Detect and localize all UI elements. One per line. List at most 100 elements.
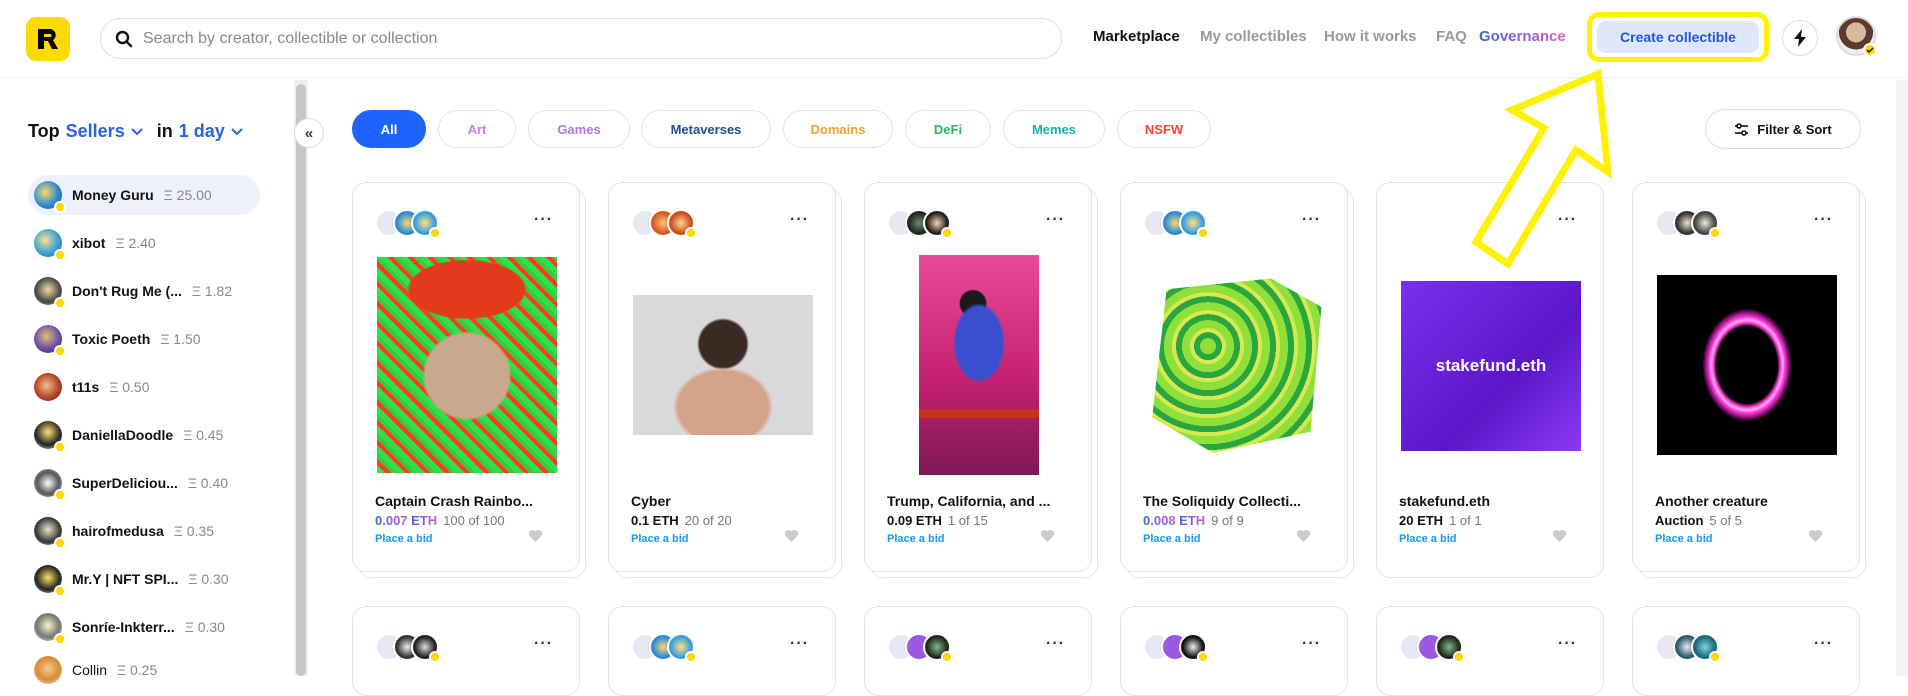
place-bid-link[interactable]: Place a bid xyxy=(1399,533,1456,545)
card-artwork-image[interactable] xyxy=(1657,275,1837,455)
place-bid-link[interactable]: Place a bid xyxy=(887,533,944,545)
filter-chip-domains[interactable]: Domains xyxy=(783,110,893,148)
collectible-card[interactable]: ··· Trump, California, and ... 0.09 ETH 1… xyxy=(864,182,1098,582)
collectible-card[interactable]: ··· Captain Crash Rainbo... 0.007 ETH 100… xyxy=(352,182,586,582)
card-artwork-image[interactable] xyxy=(919,255,1039,475)
more-options-icon[interactable]: ··· xyxy=(534,211,553,229)
heart-icon[interactable] xyxy=(1552,529,1567,543)
filter-chip-defi[interactable]: DeFi xyxy=(905,110,991,148)
nav-marketplace[interactable]: Marketplace xyxy=(1093,28,1180,45)
more-options-icon[interactable]: ··· xyxy=(1558,635,1577,653)
filter-sort-button[interactable]: Filter & Sort xyxy=(1705,109,1861,149)
more-options-icon[interactable]: ··· xyxy=(790,211,809,229)
heart-icon[interactable] xyxy=(784,529,799,543)
owner-avatar[interactable] xyxy=(411,209,441,239)
page-scrollbar[interactable] xyxy=(1896,80,1908,676)
card-artwork-image[interactable] xyxy=(377,257,557,473)
period-dropdown[interactable]: 1 day xyxy=(179,121,243,142)
more-options-icon[interactable]: ··· xyxy=(534,635,553,653)
owner-avatar[interactable] xyxy=(411,633,441,663)
collectible-card[interactable]: ··· xyxy=(1632,606,1864,696)
card-artwork-image[interactable] xyxy=(1152,278,1322,453)
seller-item[interactable]: hairofmedusa Ξ 0.35 xyxy=(28,511,260,551)
card-artwork-image[interactable] xyxy=(633,295,813,435)
owner-avatar[interactable] xyxy=(1179,633,1209,663)
seller-item[interactable]: t11s Ξ 0.50 xyxy=(28,367,260,407)
heart-icon[interactable] xyxy=(528,529,543,543)
more-options-icon[interactable]: ··· xyxy=(1558,211,1577,229)
collectible-card[interactable]: ··· xyxy=(1376,606,1608,696)
card-body[interactable]: ··· stakefund.eth stakefund.eth 20 ETH 1 … xyxy=(1376,182,1604,578)
filter-chip-nsfw[interactable]: NSFW xyxy=(1117,110,1211,148)
nav-governance[interactable]: Governance xyxy=(1479,28,1566,45)
collectible-card[interactable]: ··· Another creature Auction 5 of 5 Place… xyxy=(1632,182,1866,582)
place-bid-link[interactable]: Place a bid xyxy=(1655,533,1712,545)
user-avatar[interactable] xyxy=(1836,16,1877,57)
card-body[interactable]: ··· xyxy=(1632,606,1860,696)
nav-faq[interactable]: FAQ xyxy=(1436,28,1467,45)
card-body[interactable]: ··· xyxy=(864,606,1092,696)
more-options-icon[interactable]: ··· xyxy=(1046,211,1065,229)
filter-chip-games[interactable]: Games xyxy=(528,110,630,148)
search-bar[interactable] xyxy=(100,18,1062,59)
seller-item[interactable]: Toxic Poeth Ξ 1.50 xyxy=(28,319,260,359)
seller-item[interactable]: DaniellaDoodle Ξ 0.45 xyxy=(28,415,260,455)
card-body[interactable]: ··· Cyber 0.1 ETH 20 of 20 Place a bid xyxy=(608,182,836,572)
filter-chip-all[interactable]: All xyxy=(352,110,426,148)
card-body[interactable]: ··· Captain Crash Rainbo... 0.007 ETH 100… xyxy=(352,182,580,572)
activity-button[interactable] xyxy=(1782,20,1818,56)
owner-avatar[interactable] xyxy=(1179,209,1209,239)
card-body[interactable]: ··· Trump, California, and ... 0.09 ETH 1… xyxy=(864,182,1092,572)
seller-item[interactable]: xibot Ξ 2.40 xyxy=(28,223,260,263)
seller-item[interactable]: Don't Rug Me (... Ξ 1.82 xyxy=(28,271,260,311)
owner-avatar[interactable] xyxy=(923,209,953,239)
seller-item[interactable]: Mr.Y | NFT SPI... Ξ 0.30 xyxy=(28,559,260,599)
collectible-card[interactable]: ··· Cyber 0.1 ETH 20 of 20 Place a bid xyxy=(608,182,842,582)
collapse-sidebar-button[interactable]: « xyxy=(294,118,324,148)
card-artwork-image[interactable]: stakefund.eth xyxy=(1401,281,1581,451)
seller-item[interactable]: Sonríe-Inkterr... Ξ 0.30 xyxy=(28,607,260,647)
more-options-icon[interactable]: ··· xyxy=(1302,211,1321,229)
nav-how-it-works[interactable]: How it works xyxy=(1324,28,1417,45)
more-options-icon[interactable]: ··· xyxy=(790,635,809,653)
collectible-card[interactable]: ··· The Soliquidy Collecti... 0.008 ETH 9… xyxy=(1120,182,1354,582)
sidebar-scrollbar-thumb[interactable] xyxy=(296,84,306,676)
search-input[interactable] xyxy=(143,29,1023,48)
filter-chip-metaverses[interactable]: Metaverses xyxy=(641,110,771,148)
more-options-icon[interactable]: ··· xyxy=(1302,635,1321,653)
owner-avatar[interactable] xyxy=(667,633,697,663)
owner-avatar[interactable] xyxy=(667,209,697,239)
more-options-icon[interactable]: ··· xyxy=(1046,635,1065,653)
seller-item[interactable]: SuperDeliciou... Ξ 0.40 xyxy=(28,463,260,503)
place-bid-link[interactable]: Place a bid xyxy=(1143,533,1200,545)
more-options-icon[interactable]: ··· xyxy=(1814,211,1833,229)
filter-chip-memes[interactable]: Memes xyxy=(1003,110,1105,148)
owner-avatar[interactable] xyxy=(1417,209,1445,237)
heart-icon[interactable] xyxy=(1040,529,1055,543)
create-collectible-button[interactable]: Create collectible xyxy=(1597,21,1759,53)
collectible-card[interactable]: ··· xyxy=(1120,606,1352,696)
card-body[interactable]: ··· xyxy=(608,606,836,696)
heart-icon[interactable] xyxy=(1808,529,1823,543)
seller-item[interactable]: Collin Ξ 0.25 xyxy=(28,650,260,690)
collectible-card[interactable]: ··· xyxy=(352,606,584,696)
heart-icon[interactable] xyxy=(1296,529,1311,543)
sellers-dropdown[interactable]: Sellers xyxy=(66,121,143,142)
nav-my-collectibles[interactable]: My collectibles xyxy=(1200,28,1307,45)
collectible-card[interactable]: ··· stakefund.eth stakefund.eth 20 ETH 1 … xyxy=(1376,182,1608,582)
place-bid-link[interactable]: Place a bid xyxy=(375,533,432,545)
card-body[interactable]: ··· xyxy=(1376,606,1604,696)
rarible-logo[interactable] xyxy=(26,17,70,61)
collectible-card[interactable]: ··· xyxy=(864,606,1096,696)
card-body[interactable]: ··· Another creature Auction 5 of 5 Place… xyxy=(1632,182,1860,572)
card-body[interactable]: ··· The Soliquidy Collecti... 0.008 ETH 9… xyxy=(1120,182,1348,572)
owner-avatar[interactable] xyxy=(1435,633,1465,663)
seller-item[interactable]: Money Guru Ξ 25.00 xyxy=(28,175,260,215)
owner-avatar[interactable] xyxy=(923,633,953,663)
collectible-card[interactable]: ··· xyxy=(608,606,840,696)
owner-avatar[interactable] xyxy=(1691,633,1721,663)
card-body[interactable]: ··· xyxy=(1120,606,1348,696)
filter-chip-art[interactable]: Art xyxy=(438,110,516,148)
place-bid-link[interactable]: Place a bid xyxy=(631,533,688,545)
card-body[interactable]: ··· xyxy=(352,606,580,696)
